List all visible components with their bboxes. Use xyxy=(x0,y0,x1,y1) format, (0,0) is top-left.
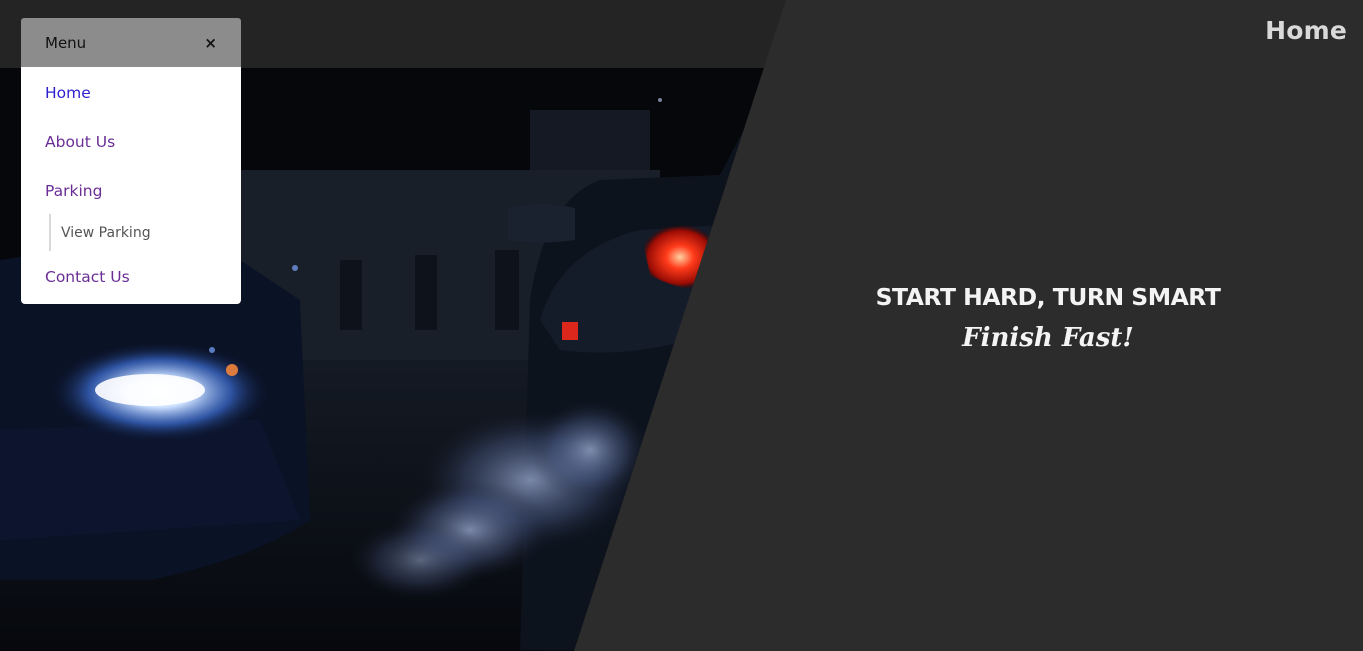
menu-header[interactable]: Menu × xyxy=(21,18,241,68)
parking-submenu: View Parking xyxy=(49,214,151,251)
menu-label: Menu xyxy=(45,34,87,52)
submenu-item-view-parking[interactable]: View Parking xyxy=(61,225,151,241)
tagline: START HARD, TURN SMART Finish Fast! xyxy=(790,283,1306,353)
menu-item-home[interactable]: Home xyxy=(45,84,91,102)
menu-item-contact-us[interactable]: Contact Us xyxy=(45,268,130,286)
subheadline: Finish Fast! xyxy=(962,323,1134,353)
page-title: Home xyxy=(1265,16,1347,45)
menu-item-about-us[interactable]: About Us xyxy=(45,133,115,151)
menu-item-parking[interactable]: Parking xyxy=(45,182,102,200)
close-icon[interactable]: × xyxy=(204,35,217,51)
headline: START HARD, TURN SMART xyxy=(875,283,1221,311)
menu-panel: Home About Us Parking View Parking Conta… xyxy=(21,67,241,304)
